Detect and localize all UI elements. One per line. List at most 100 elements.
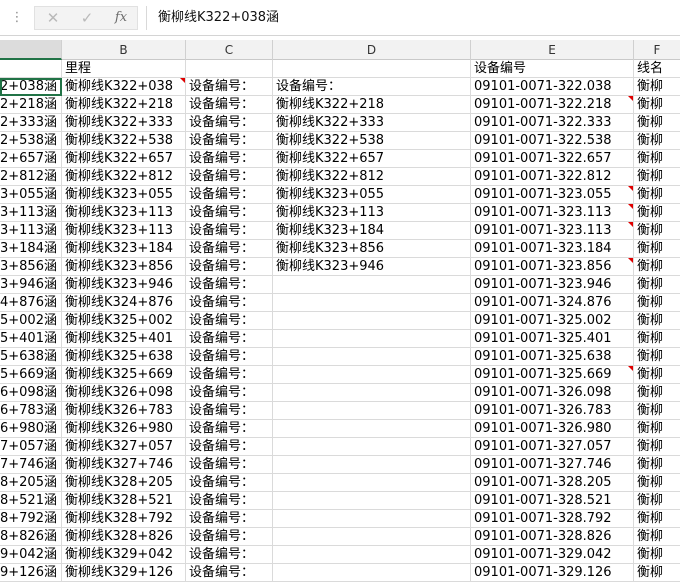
cell-c[interactable]: 设备编号： (186, 528, 273, 546)
cell-e[interactable]: 09101-0071-323.113 (471, 204, 634, 222)
cell-f[interactable]: 衡柳 (634, 78, 680, 96)
cell-d[interactable] (273, 294, 471, 312)
cell-c[interactable]: 设备编号： (186, 402, 273, 420)
cell-c[interactable]: 设备编号： (186, 258, 273, 276)
cell-c[interactable]: 设备编号： (186, 222, 273, 240)
cell-c[interactable]: 设备编号： (186, 186, 273, 204)
cell-a[interactable]: 3+184涵 (0, 240, 62, 258)
cell-b[interactable]: 衡柳线K328+792 (62, 510, 186, 528)
cell-b[interactable]: 衡柳线K323+113 (62, 222, 186, 240)
cell-e[interactable]: 09101-0071-325.401 (471, 330, 634, 348)
cell-b[interactable]: 衡柳线K322+812 (62, 168, 186, 186)
cell-c[interactable]: 设备编号： (186, 168, 273, 186)
cell-b-header[interactable]: 里程 (62, 60, 186, 78)
cell-f[interactable]: 衡柳 (634, 474, 680, 492)
comment-marker[interactable] (628, 366, 633, 371)
column-header-d[interactable]: D (273, 40, 471, 60)
cell-b[interactable]: 衡柳线K325+669 (62, 366, 186, 384)
cell-a[interactable]: 9+126涵 (0, 564, 62, 582)
cell-d[interactable] (273, 366, 471, 384)
cell-a-header[interactable] (0, 60, 62, 78)
cell-d[interactable] (273, 528, 471, 546)
column-header-c[interactable]: C (186, 40, 273, 60)
cell-a[interactable]: 5+669涵 (0, 366, 62, 384)
cell-e[interactable]: 09101-0071-325.002 (471, 312, 634, 330)
cell-c[interactable]: 设备编号： (186, 204, 273, 222)
cell-d[interactable]: 衡柳线K323+946 (273, 258, 471, 276)
cell-f[interactable]: 衡柳 (634, 456, 680, 474)
column-header-a[interactable] (0, 40, 62, 60)
cell-d[interactable]: 衡柳线K322+657 (273, 150, 471, 168)
cell-c-header[interactable] (186, 60, 273, 78)
cell-f[interactable]: 衡柳 (634, 330, 680, 348)
cell-a[interactable]: 3+856涵 (0, 258, 62, 276)
cell-e[interactable]: 09101-0071-325.669 (471, 366, 634, 384)
cell-e[interactable]: 09101-0071-323.113 (471, 222, 634, 240)
cell-e[interactable]: 09101-0071-327.746 (471, 456, 634, 474)
cell-b[interactable]: 衡柳线K328+826 (62, 528, 186, 546)
cell-d[interactable] (273, 510, 471, 528)
cell-d[interactable]: 衡柳线K322+333 (273, 114, 471, 132)
cell-f[interactable]: 衡柳 (634, 438, 680, 456)
cell-e[interactable]: 09101-0071-328.826 (471, 528, 634, 546)
formula-input[interactable]: 衡柳线K322+038涵 (158, 8, 279, 28)
cell-d[interactable]: 设备编号： (273, 78, 471, 96)
cell-a[interactable]: 2+038涵 (0, 78, 62, 96)
cell-e[interactable]: 09101-0071-322.333 (471, 114, 634, 132)
comment-marker[interactable] (628, 186, 633, 191)
cell-f[interactable]: 衡柳 (634, 510, 680, 528)
cell-a[interactable]: 3+946涵 (0, 276, 62, 294)
cell-f[interactable]: 衡柳 (634, 348, 680, 366)
cell-f[interactable]: 衡柳 (634, 276, 680, 294)
cell-d[interactable] (273, 456, 471, 474)
cell-f[interactable]: 衡柳 (634, 222, 680, 240)
cell-d[interactable] (273, 276, 471, 294)
cell-c[interactable]: 设备编号： (186, 420, 273, 438)
cell-e[interactable]: 09101-0071-328.521 (471, 492, 634, 510)
cell-d[interactable] (273, 564, 471, 582)
cell-e[interactable]: 09101-0071-325.638 (471, 348, 634, 366)
cell-e[interactable]: 09101-0071-329.126 (471, 564, 634, 582)
cell-c[interactable]: 设备编号： (186, 294, 273, 312)
cell-f-header[interactable]: 线名 (634, 60, 680, 78)
column-header-b[interactable]: B (62, 40, 186, 60)
cell-d[interactable] (273, 384, 471, 402)
confirm-icon[interactable]: ✓ (71, 7, 103, 29)
cell-a[interactable]: 3+113涵 (0, 222, 62, 240)
cell-b[interactable]: 衡柳线K325+002 (62, 312, 186, 330)
cancel-icon[interactable]: ✕ (37, 7, 69, 29)
cell-a[interactable]: 4+876涵 (0, 294, 62, 312)
cell-b[interactable]: 衡柳线K326+783 (62, 402, 186, 420)
cell-c[interactable]: 设备编号： (186, 330, 273, 348)
cell-c[interactable]: 设备编号： (186, 366, 273, 384)
cell-a[interactable]: 3+113涵 (0, 204, 62, 222)
cell-a[interactable]: 2+333涵 (0, 114, 62, 132)
cell-e[interactable]: 09101-0071-326.783 (471, 402, 634, 420)
cell-b[interactable]: 衡柳线K323+184 (62, 240, 186, 258)
cell-f[interactable]: 衡柳 (634, 312, 680, 330)
cell-a[interactable]: 5+002涵 (0, 312, 62, 330)
column-header-e[interactable]: E (471, 40, 634, 60)
cell-b[interactable]: 衡柳线K328+521 (62, 492, 186, 510)
cell-b[interactable]: 衡柳线K322+538 (62, 132, 186, 150)
cell-f[interactable]: 衡柳 (634, 366, 680, 384)
cell-b[interactable]: 衡柳线K322+333 (62, 114, 186, 132)
cell-a[interactable]: 2+218涵 (0, 96, 62, 114)
cell-d[interactable] (273, 546, 471, 564)
cell-c[interactable]: 设备编号： (186, 240, 273, 258)
cell-a[interactable]: 3+055涵 (0, 186, 62, 204)
cell-e[interactable]: 09101-0071-322.038 (471, 78, 634, 96)
cell-b[interactable]: 衡柳线K323+113 (62, 204, 186, 222)
cell-e[interactable]: 09101-0071-329.042 (471, 546, 634, 564)
cell-c[interactable]: 设备编号： (186, 546, 273, 564)
more-options-icon[interactable]: ⋮ (10, 9, 24, 27)
cell-b[interactable]: 衡柳线K326+980 (62, 420, 186, 438)
cell-b[interactable]: 衡柳线K323+946 (62, 276, 186, 294)
cell-f[interactable]: 衡柳 (634, 114, 680, 132)
cell-c[interactable]: 设备编号： (186, 348, 273, 366)
cell-c[interactable]: 设备编号： (186, 510, 273, 528)
comment-marker[interactable] (628, 258, 633, 263)
cell-a[interactable]: 8+826涵 (0, 528, 62, 546)
cell-b[interactable]: 衡柳线K329+126 (62, 564, 186, 582)
cell-f[interactable]: 衡柳 (634, 402, 680, 420)
